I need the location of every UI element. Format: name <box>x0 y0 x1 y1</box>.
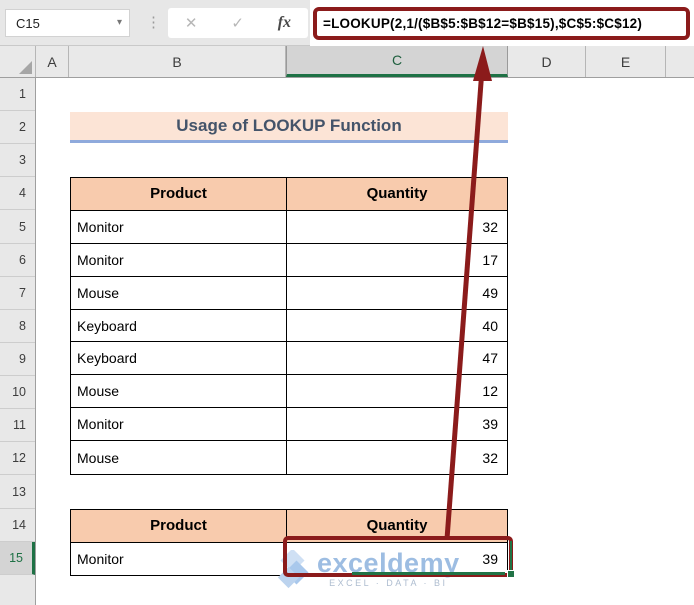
row-header-12[interactable]: 12 <box>0 442 35 475</box>
select-all-triangle-icon <box>19 61 32 74</box>
name-box-value: C15 <box>16 15 40 31</box>
header-cell-quantity[interactable]: Quantity <box>287 178 507 210</box>
cell-quantity[interactable]: 32 <box>287 211 507 243</box>
table-row: Monitor 32 <box>71 210 507 244</box>
excel-window: C15 ▾ ⋮ ✕ ✓ fx =LOOKUP(2,1/($B$5:$B$12=$… <box>0 0 694 605</box>
table-row: Mouse 12 <box>71 375 507 409</box>
row-header-6[interactable]: 6 <box>0 244 35 277</box>
column-header-b[interactable]: B <box>69 46 286 77</box>
cell-quantity[interactable]: 17 <box>287 244 507 276</box>
formula-input[interactable]: =LOOKUP(2,1/($B$5:$B$12=$B$15),$C$5:$C$1… <box>310 0 694 46</box>
cell-product[interactable]: Keyboard <box>71 342 287 375</box>
row-header-1[interactable]: 1 <box>0 78 35 111</box>
row-header-partial[interactable] <box>0 575 35 605</box>
name-box-dropdown-icon[interactable]: ▾ <box>117 17 122 28</box>
cell-quantity[interactable]: 47 <box>287 342 507 374</box>
formula-text: =LOOKUP(2,1/($B$5:$B$12=$B$15),$C$5:$C$1… <box>323 16 643 31</box>
cell-quantity[interactable]: 49 <box>287 277 507 309</box>
cell-product[interactable]: Monitor <box>71 210 287 243</box>
row-header-9[interactable]: 9 <box>0 343 35 376</box>
row-header-10[interactable]: 10 <box>0 376 35 409</box>
row-header-3[interactable]: 3 <box>0 144 35 177</box>
cell-quantity[interactable]: 39 <box>287 408 507 440</box>
column-header-c[interactable]: C <box>286 46 508 77</box>
header-cell-product[interactable]: Product <box>71 510 287 542</box>
row-header-5[interactable]: 5 <box>0 210 35 244</box>
name-box[interactable]: C15 ▾ <box>5 9 130 37</box>
formula-bar-area: C15 ▾ ⋮ ✕ ✓ fx =LOOKUP(2,1/($B$5:$B$12=$… <box>0 0 694 46</box>
cell-product[interactable]: Mouse <box>71 441 287 475</box>
source-table: Product Quantity Monitor 32 Monitor 17 M… <box>70 177 508 475</box>
cancel-icon[interactable]: ✕ <box>185 14 198 32</box>
result-highlight-box <box>283 536 513 577</box>
row-header-4[interactable]: 4 <box>0 177 35 210</box>
table-row: Mouse 32 <box>71 441 507 475</box>
insert-function-icon[interactable]: fx <box>278 14 291 32</box>
title-cell[interactable]: Usage of LOOKUP Function <box>70 112 508 143</box>
worksheet-area: Usage of LOOKUP Function Product Quantit… <box>36 78 694 605</box>
select-all-button[interactable] <box>0 46 36 77</box>
column-header-a[interactable]: A <box>36 46 69 77</box>
cell-product[interactable]: Monitor <box>71 243 287 276</box>
cell-quantity[interactable]: 32 <box>287 441 507 474</box>
cell-product[interactable]: Monitor <box>71 408 287 441</box>
sheet-title: Usage of LOOKUP Function <box>176 116 402 135</box>
cell-quantity[interactable]: 40 <box>287 310 507 342</box>
column-header-e[interactable]: E <box>586 46 666 77</box>
watermark-tagline: EXCEL · DATA · BI <box>329 578 448 588</box>
table-row: Monitor 17 <box>71 243 507 277</box>
formula-buttons: ✕ ✓ fx <box>168 8 308 38</box>
selection-border-right <box>509 541 512 571</box>
formula-bar-more-icon: ⋮ <box>146 14 161 31</box>
column-header-d[interactable]: D <box>508 46 586 77</box>
row-header-band: 1 2 3 4 5 6 7 8 9 10 11 12 13 14 15 <box>0 78 36 605</box>
formula-highlight-box: =LOOKUP(2,1/($B$5:$B$12=$B$15),$C$5:$C$1… <box>313 7 690 40</box>
lookup-value-cell[interactable]: Monitor <box>71 542 287 575</box>
cell-product[interactable]: Mouse <box>71 375 287 408</box>
row-header-2[interactable]: 2 <box>0 111 35 144</box>
header-cell-product[interactable]: Product <box>71 178 287 210</box>
fill-handle[interactable] <box>507 570 515 578</box>
column-header-band: A B C D E <box>0 46 694 78</box>
cell-product[interactable]: Mouse <box>71 276 287 309</box>
table-row: Keyboard 47 <box>71 342 507 376</box>
row-header-11[interactable]: 11 <box>0 409 35 442</box>
enter-icon[interactable]: ✓ <box>231 14 244 32</box>
row-header-13[interactable]: 13 <box>0 475 35 509</box>
column-header-partial[interactable] <box>666 46 694 77</box>
table-row: Keyboard 40 <box>71 309 507 343</box>
selection-border-bottom <box>352 572 505 575</box>
row-header-15[interactable]: 15 <box>0 542 35 575</box>
row-header-8[interactable]: 8 <box>0 310 35 343</box>
table-row: Mouse 49 <box>71 276 507 310</box>
row-header-14[interactable]: 14 <box>0 509 35 542</box>
row-header-7[interactable]: 7 <box>0 277 35 310</box>
cell-product[interactable]: Keyboard <box>71 309 287 342</box>
cell-quantity[interactable]: 12 <box>287 375 507 407</box>
table-row: Monitor 39 <box>71 408 507 442</box>
source-table-header-row: Product Quantity <box>71 178 507 211</box>
